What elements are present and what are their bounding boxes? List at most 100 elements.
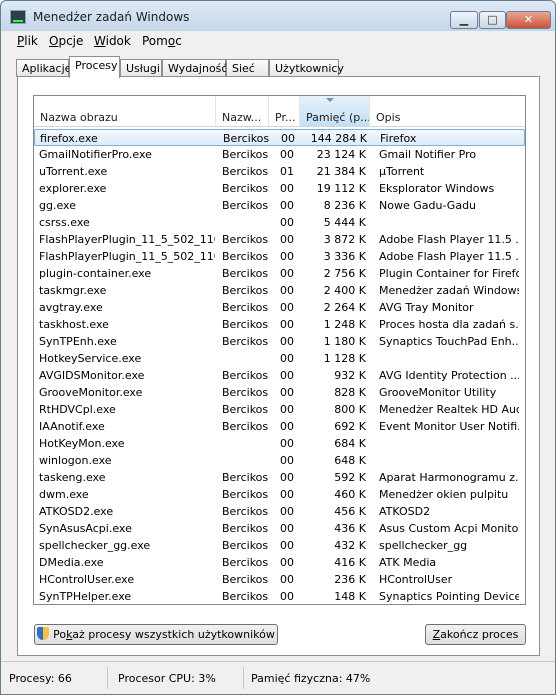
status-cpu-usage: Procesor CPU: 3% xyxy=(118,672,216,685)
table-row[interactable]: GrooveMonitor.exe Bercikos 00 828 K GrooveMo… xyxy=(34,384,525,401)
process-cpu: 00 xyxy=(280,539,294,552)
process-user-name: Bercikos xyxy=(222,522,269,535)
column-memory[interactable]: Pamięć (p... xyxy=(300,96,370,127)
process-memory: 19 112 K xyxy=(316,182,366,195)
process-image-name: SynTPHelper.exe xyxy=(39,590,132,603)
process-cpu: 00 xyxy=(280,182,294,195)
table-row[interactable]: FlashPlayerPlugin_11_5_502_110... Berciko… xyxy=(34,231,525,248)
table-row[interactable]: IAAnotif.exe Bercikos 00 692 K Event Monitor… xyxy=(34,418,525,435)
table-row[interactable]: ATKOSD2.exe Bercikos 00 456 K ATKOSD2 xyxy=(34,503,525,520)
process-cpu: 00 xyxy=(280,199,294,212)
process-cpu: 00 xyxy=(281,132,295,145)
menu-view[interactable]: Widok xyxy=(94,34,131,48)
process-image-name: RtHDVCpl.exe xyxy=(39,403,116,416)
process-list[interactable]: Nazwa obrazu Nazw... Pr... Pamięć (p... … xyxy=(33,95,526,605)
table-row[interactable]: csrss.exe 00 5 444 K xyxy=(34,214,525,231)
process-description: AVG Identity Protection ... xyxy=(379,369,519,382)
table-row[interactable]: HotKeyMon.exe 00 684 K xyxy=(34,435,525,452)
table-row[interactable]: winlogon.exe 00 648 K xyxy=(34,452,525,469)
table-row[interactable]: GmailNotifierPro.exe Bercikos 00 23 124 K Gm… xyxy=(34,146,525,163)
table-row[interactable]: plugin-container.exe Bercikos 00 2 756 K Plu… xyxy=(34,265,525,282)
show-all-processes-button[interactable]: Pokaż procesy wszystkich użytkowników xyxy=(34,624,278,645)
tab-performance[interactable]: Wydajność xyxy=(162,59,227,77)
process-description: Menedżer okien pulpitu xyxy=(379,488,509,501)
table-row[interactable]: SynTPEnh.exe Bercikos 00 1 180 K Synaptics T… xyxy=(34,333,525,350)
minimize-button[interactable]: ▁ xyxy=(450,11,478,29)
process-memory: 21 384 K xyxy=(316,165,366,178)
process-cpu: 00 xyxy=(280,335,294,348)
table-row[interactable]: spellchecker_gg.exe Bercikos 00 432 K spellc… xyxy=(34,537,525,554)
column-description[interactable]: Opis xyxy=(370,96,525,127)
table-row[interactable]: taskhost.exe Bercikos 00 1 248 K Proces host… xyxy=(34,316,525,333)
process-user-name: Bercikos xyxy=(222,386,269,399)
process-user-name: Bercikos xyxy=(222,403,269,416)
process-user-name: Bercikos xyxy=(222,590,269,603)
process-user-name: Bercikos xyxy=(222,505,269,518)
process-description: Asus Custom Acpi Monito... xyxy=(379,522,519,535)
table-row[interactable]: HControlUser.exe Bercikos 00 236 K HControlU… xyxy=(34,571,525,588)
table-row[interactable]: SynAsusAcpi.exe Bercikos 00 436 K Asus Custo… xyxy=(34,520,525,537)
table-row[interactable]: DMedia.exe Bercikos 00 416 K ATK Media xyxy=(34,554,525,571)
process-cpu: 00 xyxy=(280,403,294,416)
process-memory: 23 124 K xyxy=(316,148,366,161)
process-user-name: Bercikos xyxy=(222,369,269,382)
table-row[interactable]: AVGIDSMonitor.exe Bercikos 00 932 K AVG Iden… xyxy=(34,367,525,384)
column-image-name[interactable]: Nazwa obrazu xyxy=(34,96,216,127)
table-row[interactable]: gg.exe Bercikos 00 8 236 K Nowe Gadu-Gadu xyxy=(34,197,525,214)
process-memory: 416 K xyxy=(334,556,366,569)
table-row[interactable]: taskeng.exe Bercikos 00 592 K Aparat Harmono… xyxy=(34,469,525,486)
processes-panel: Nazwa obrazu Nazw... Pr... Pamięć (p... … xyxy=(17,76,540,656)
table-row[interactable]: taskmgr.exe Bercikos 00 2 400 K Menedżer zad… xyxy=(34,282,525,299)
process-cpu: 00 xyxy=(280,284,294,297)
process-image-name: IAAnotif.exe xyxy=(39,420,105,433)
status-bar: Procesy: 66 Procesor CPU: 3% Pamięć fizy… xyxy=(1,661,555,694)
end-process-button[interactable]: Zakończ proces xyxy=(425,624,526,645)
process-description: Event Monitor User Notifi... xyxy=(379,420,519,433)
table-row[interactable]: FlashPlayerPlugin_11_5_502_110... Berciko… xyxy=(34,248,525,265)
process-memory: 432 K xyxy=(334,539,366,552)
tab-processes[interactable]: Procesy xyxy=(69,56,120,78)
process-memory: 436 K xyxy=(334,522,366,535)
maximize-button[interactable]: □ xyxy=(479,11,506,29)
title-bar[interactable]: Menedżer zadań Windows ▁ □ ✕ xyxy=(1,1,555,31)
menu-file[interactable]: Plik xyxy=(17,34,38,48)
process-cpu: 00 xyxy=(280,522,294,535)
menu-help[interactable]: Pomoc xyxy=(142,34,182,48)
close-button[interactable]: ✕ xyxy=(506,11,551,29)
process-description: spellchecker_gg xyxy=(379,539,468,552)
tab-users[interactable]: Użytkownicy xyxy=(269,59,344,77)
tab-services[interactable]: Usługi xyxy=(120,59,162,77)
process-memory: 800 K xyxy=(334,403,366,416)
column-cpu[interactable]: Pr... xyxy=(269,96,300,127)
process-user-name: Bercikos xyxy=(222,539,269,552)
process-image-name: DMedia.exe xyxy=(39,556,104,569)
process-image-name: HControlUser.exe xyxy=(39,573,135,586)
process-user-name: Bercikos xyxy=(222,488,269,501)
menu-options[interactable]: Opcje xyxy=(49,34,83,48)
tab-applications[interactable]: Aplikacje xyxy=(16,59,71,77)
process-user-name: Bercikos xyxy=(222,420,269,433)
process-description: GrooveMonitor Utility xyxy=(379,386,497,399)
process-cpu: 00 xyxy=(280,556,294,569)
process-cpu: 01 xyxy=(280,165,294,178)
process-image-name: FlashPlayerPlugin_11_5_502_110... xyxy=(39,250,215,263)
process-description: µTorrent xyxy=(379,165,425,178)
table-row[interactable]: avgtray.exe Bercikos 00 2 264 K AVG Tray Mon… xyxy=(34,299,525,316)
process-memory: 2 400 K xyxy=(323,284,366,297)
process-description: Menedżer Realtek HD Audio xyxy=(379,403,519,416)
process-image-name: AVGIDSMonitor.exe xyxy=(39,369,145,382)
process-memory: 3 872 K xyxy=(323,233,366,246)
table-row[interactable]: RtHDVCpl.exe Bercikos 00 800 K Menedżer Real… xyxy=(34,401,525,418)
process-memory: 8 236 K xyxy=(323,199,366,212)
process-image-name: uTorrent.exe xyxy=(39,165,108,178)
column-user-name[interactable]: Nazw... xyxy=(216,96,269,127)
process-cpu: 00 xyxy=(280,471,294,484)
table-row[interactable]: SynTPHelper.exe Bercikos 00 148 K Synaptics … xyxy=(34,588,525,604)
process-memory: 932 K xyxy=(334,369,366,382)
tab-network[interactable]: Sieć xyxy=(226,59,269,77)
table-row[interactable]: uTorrent.exe Bercikos 01 21 384 K µTorrent xyxy=(34,163,525,180)
table-row[interactable]: dwm.exe Bercikos 00 460 K Menedżer okien pul… xyxy=(34,486,525,503)
table-row[interactable]: firefox.exe Bercikos 00 144 284 K Firefox xyxy=(34,129,525,146)
table-row[interactable]: explorer.exe Bercikos 00 19 112 K Eksplorato… xyxy=(34,180,525,197)
table-row[interactable]: HotkeyService.exe 00 1 128 K xyxy=(34,350,525,367)
